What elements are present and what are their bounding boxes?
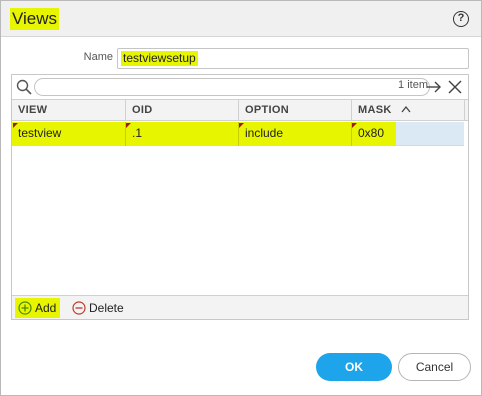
dirty-marker-icon: [352, 123, 357, 128]
ok-button[interactable]: OK: [316, 353, 392, 381]
column-header-oid[interactable]: OID: [125, 99, 238, 121]
header-filler: [464, 99, 468, 121]
table-row-selection-tail: [396, 122, 464, 146]
delete-button-label: Delete: [89, 301, 124, 315]
table-cell-view[interactable]: testview: [12, 122, 125, 146]
delete-button[interactable]: Delete: [72, 298, 124, 318]
table-cell-option[interactable]: include: [238, 122, 351, 146]
column-header-mask[interactable]: MASK: [351, 99, 464, 121]
arrow-right-icon[interactable]: [426, 80, 442, 94]
table-footer: Add Delete: [12, 295, 468, 319]
table-cell-oid[interactable]: .1: [125, 122, 238, 146]
close-icon[interactable]: [448, 80, 462, 94]
column-header-option[interactable]: OPTION: [238, 99, 351, 121]
views-table-panel: 1 item VIEW OID OPTION MASK testview .1 …: [11, 74, 469, 320]
views-dialog: Views ? Name testviewsetup 1 item VIEW O…: [0, 0, 482, 396]
item-count: 1 item: [398, 79, 428, 91]
plus-circle-icon: [18, 301, 32, 315]
search-icon[interactable]: [16, 79, 32, 95]
column-header-mask-label: MASK: [358, 104, 392, 116]
minus-circle-icon: [72, 301, 86, 315]
cancel-button[interactable]: Cancel: [398, 353, 471, 381]
help-icon[interactable]: ?: [453, 11, 469, 27]
column-header-view[interactable]: VIEW: [12, 99, 125, 121]
name-field[interactable]: testviewsetup: [117, 48, 469, 69]
dirty-marker-icon: [13, 123, 18, 128]
add-button-label: Add: [35, 301, 57, 315]
dirty-marker-icon: [126, 123, 131, 128]
name-value: testviewsetup: [121, 51, 198, 66]
dirty-marker-icon: [239, 123, 244, 128]
add-button[interactable]: Add: [15, 298, 61, 318]
table-cell-mask[interactable]: 0x80: [351, 122, 396, 146]
search-bar: 1 item: [12, 75, 468, 99]
dialog-titlebar: Views ?: [1, 1, 481, 37]
search-input[interactable]: [34, 78, 430, 96]
dialog-title: Views: [10, 8, 60, 30]
name-label: Name: [83, 51, 113, 63]
sort-ascending-icon: [401, 105, 411, 113]
